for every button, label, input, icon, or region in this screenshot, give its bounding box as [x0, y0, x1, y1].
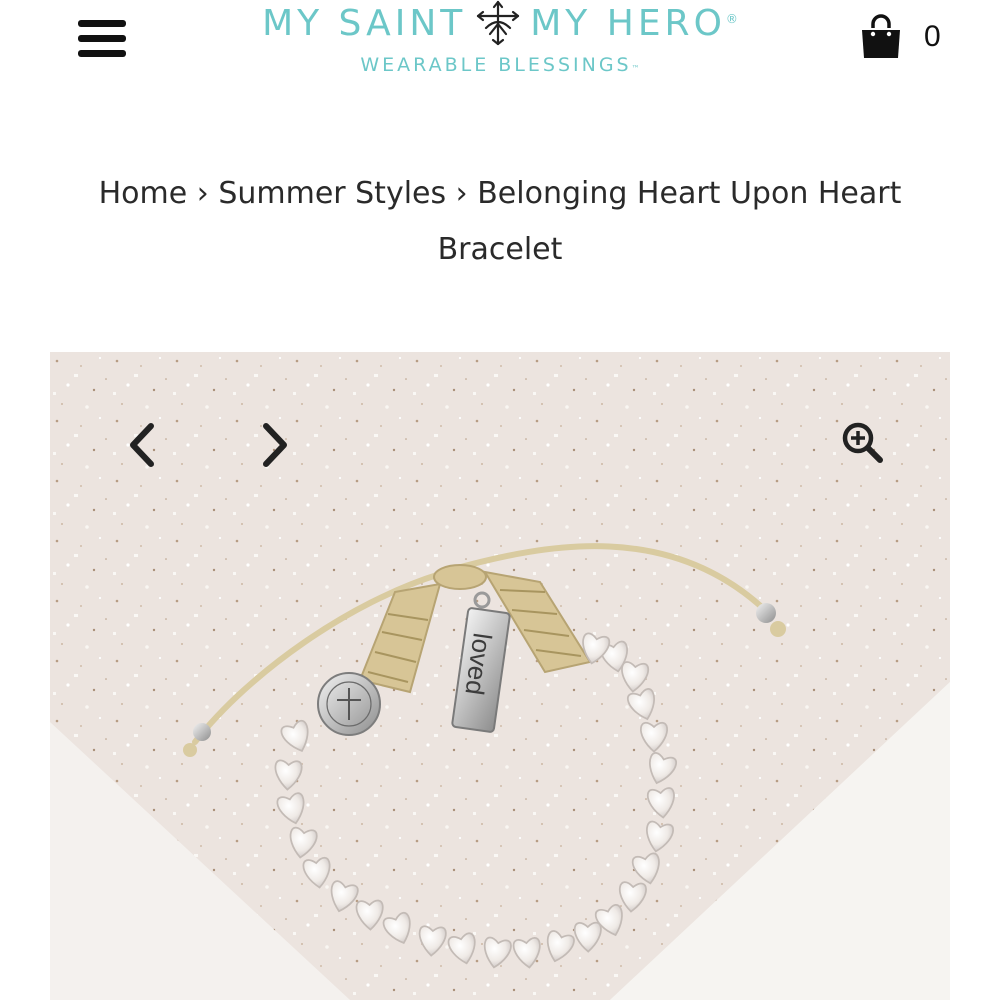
cross-emblem-icon	[477, 0, 520, 46]
registered-mark: ®	[725, 12, 738, 26]
hamburger-menu-icon[interactable]	[78, 18, 126, 60]
breadcrumb: Home › Summer Styles › Belonging Heart U…	[40, 166, 960, 278]
breadcrumb-separator: ›	[455, 176, 468, 211]
brand-logo[interactable]: MY SAINT MY HERO ® WEARABLE BLESSINGS™	[220, 0, 780, 90]
breadcrumb-separator: ›	[196, 176, 209, 211]
cart-count: 0	[924, 20, 941, 53]
product-image[interactable]: loved	[50, 352, 950, 1000]
chevron-right-icon[interactable]	[258, 422, 292, 468]
logo-word-left: MY SAINT	[262, 2, 467, 44]
bracelet-photo: loved	[50, 352, 950, 1000]
cart-button[interactable]: 0	[858, 14, 941, 60]
breadcrumb-home[interactable]: Home	[99, 176, 188, 211]
zoom-in-icon[interactable]	[840, 420, 884, 464]
site-header: MY SAINT MY HERO ® WEARABLE BLESSINGS™ 0	[0, 0, 1000, 100]
breadcrumb-category[interactable]: Summer Styles	[218, 176, 446, 211]
chevron-left-icon[interactable]	[125, 422, 159, 468]
logo-tagline: WEARABLE BLESSINGS™	[360, 54, 640, 76]
breadcrumb-current: Belonging Heart Upon Heart Bracelet	[437, 176, 902, 267]
logo-word-right: MY HERO	[530, 2, 726, 44]
shopping-bag-icon	[862, 14, 900, 58]
